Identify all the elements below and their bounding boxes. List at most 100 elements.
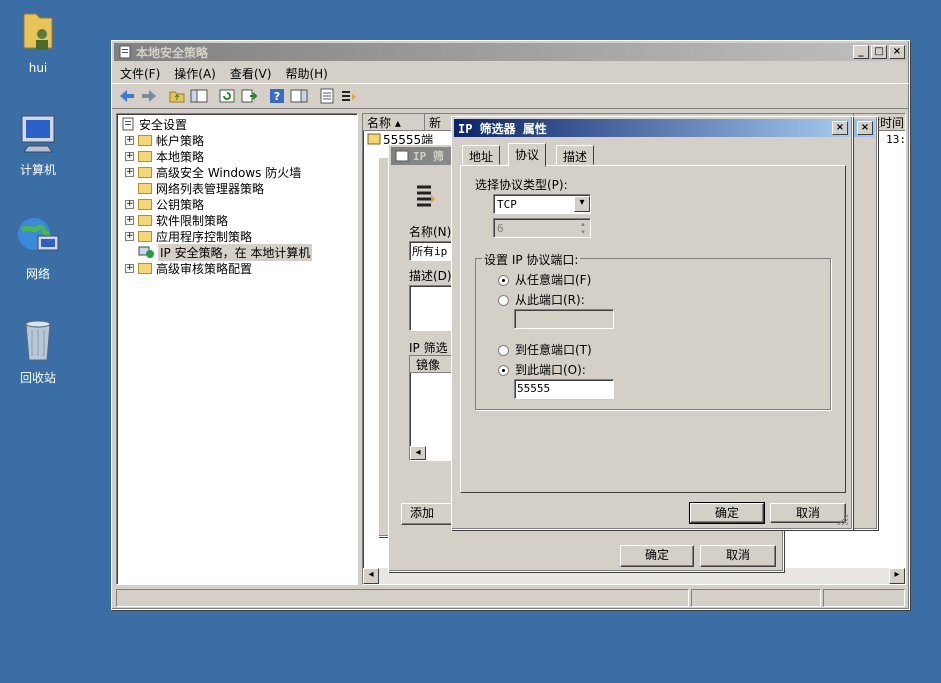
tree-item-local-policies[interactable]: + 本地策略 — [121, 148, 353, 164]
tree-item-software-restriction[interactable]: + 软件限制策略 — [121, 212, 353, 228]
tab-address[interactable]: 地址 — [462, 145, 501, 165]
desktop-icon-network[interactable]: 网络 — [8, 212, 68, 282]
expand-icon[interactable]: + — [125, 135, 134, 145]
close-button[interactable]: × — [889, 45, 905, 59]
menu-file[interactable]: 文件(F) — [120, 65, 160, 82]
scroll-right-button[interactable]: ▸ — [889, 568, 905, 584]
description-label: 描述(D) — [409, 269, 452, 283]
up-folder-icon[interactable] — [168, 88, 186, 104]
protocol-number-stepper[interactable]: 6 ▴ ▾ — [493, 218, 591, 238]
dialog-app-icon — [395, 150, 409, 162]
scroll-left-button[interactable]: ◂ — [410, 446, 426, 460]
tab-strip: 地址 协议 描述 — [460, 143, 846, 167]
menu-help[interactable]: 帮助(H) — [285, 65, 327, 82]
menu-view[interactable]: 查看(V) — [230, 65, 272, 82]
stepper-arrows-icon[interactable]: ▴ ▾ — [576, 220, 590, 236]
chevron-down-icon[interactable]: ▾ — [574, 196, 590, 212]
tree-item-firewall[interactable]: + 高级安全 Windows 防火墙 — [121, 164, 353, 180]
tree-item-account-policies[interactable]: + 帐户策略 — [121, 132, 353, 148]
column-mirror-header[interactable]: 镜像 — [416, 358, 440, 372]
menu-action[interactable]: 操作(A) — [174, 65, 216, 82]
tab-description[interactable]: 描述 — [556, 145, 595, 165]
tab-protocol[interactable]: 协议 — [508, 143, 547, 167]
back-arrow-icon[interactable] — [118, 88, 136, 104]
status-panel-1 — [116, 589, 689, 607]
tree-item-label: IP 安全策略，在 本地计算机 — [158, 243, 313, 261]
to-port-input[interactable]: 55555 — [514, 379, 614, 399]
ok-button[interactable]: 确定 — [689, 502, 765, 524]
dialog-title-bar[interactable]: IP 筛选器 属性 × — [454, 119, 850, 137]
tree-item-security-settings[interactable]: 安全设置 — [121, 116, 353, 132]
expand-icon[interactable]: + — [125, 263, 134, 273]
desktop-icon-computer[interactable]: 计算机 — [8, 112, 68, 178]
properties-pane-icon[interactable] — [290, 88, 308, 104]
tree-item-app-control[interactable]: + 应用程序控制策略 — [121, 228, 353, 244]
close-button[interactable]: × — [857, 121, 873, 135]
manage-filters-icon[interactable] — [318, 88, 336, 104]
tree-item-label: 应用程序控制策略 — [156, 229, 253, 244]
filter-list-icon — [417, 185, 435, 207]
ip-security-icon — [138, 246, 154, 258]
protocol-type-select[interactable]: TCP ▾ — [493, 194, 591, 214]
folder-icon — [138, 230, 152, 242]
tree-item-label: 本地策略 — [156, 149, 205, 164]
desktop-icon-hui[interactable]: hui — [8, 8, 68, 75]
expand-icon[interactable]: + — [125, 231, 134, 241]
from-this-port-radio[interactable]: 从此端口(R): — [498, 291, 585, 308]
status-bar — [116, 589, 905, 607]
radio-empty-icon — [498, 295, 509, 306]
tree-item-ip-security[interactable]: IP 安全策略，在 本地计算机 — [121, 243, 353, 261]
resize-grip-icon[interactable] — [836, 513, 850, 527]
dialog-title: IP 筛 — [413, 150, 444, 163]
expand-icon[interactable]: + — [125, 215, 134, 225]
radio-selected-icon — [498, 365, 509, 376]
cancel-button[interactable]: 取消 — [770, 503, 846, 523]
to-any-port-radio[interactable]: 到任意端口(T) — [498, 341, 592, 358]
export-list-icon[interactable] — [240, 88, 258, 104]
expand-icon[interactable]: + — [125, 199, 134, 209]
from-any-port-radio[interactable]: 从任意端口(F) — [498, 271, 591, 288]
expand-icon[interactable]: + — [125, 167, 134, 177]
security-settings-icon — [122, 117, 134, 131]
minimize-button[interactable]: _ — [853, 45, 869, 59]
tree-item-label: 软件限制策略 — [156, 213, 229, 228]
tree-item-public-key[interactable]: + 公钥策略 — [121, 196, 353, 212]
title-bar[interactable]: 本地安全策略 _ □ × — [114, 43, 907, 61]
name-label: 名称(N) — [409, 225, 452, 239]
forward-arrow-icon[interactable] — [140, 88, 158, 104]
show-hide-tree-icon[interactable] — [190, 88, 208, 104]
desktop-icon-recycle-bin[interactable]: 回收站 — [8, 316, 68, 386]
status-panel-2 — [691, 589, 821, 607]
folder-icon — [138, 214, 152, 226]
to-this-port-radio[interactable]: 到此端口(O): — [498, 361, 586, 378]
tree-pane: 安全设置 + 帐户策略 + 本地策略 + 高级安全 Windows 防火墙 网络… — [116, 113, 358, 585]
expand-icon[interactable]: + — [125, 151, 134, 161]
toolbar: ? — [112, 83, 909, 109]
tree-item-advanced-audit[interactable]: + 高级审核策略配置 — [121, 260, 353, 276]
folder-icon — [138, 262, 152, 274]
tree-item-label: 网络列表管理器策略 — [156, 181, 265, 196]
cancel-button[interactable]: 取消 — [700, 545, 776, 567]
tree-item-network-list[interactable]: 网络列表管理器策略 — [121, 180, 353, 196]
network-icon — [18, 218, 59, 251]
assign-policy-icon[interactable] — [340, 88, 358, 104]
recycle-bin-icon — [25, 320, 51, 361]
maximize-button[interactable]: □ — [871, 45, 887, 59]
folder-icon — [138, 182, 152, 194]
folder-lock-icon — [138, 134, 152, 146]
radio-selected-icon — [498, 275, 509, 286]
scroll-left-button[interactable]: ◂ — [363, 568, 379, 584]
help-icon[interactable]: ? — [268, 88, 286, 104]
refresh-icon[interactable] — [218, 88, 236, 104]
ok-button[interactable]: 确定 — [620, 545, 694, 567]
tree-item-label: 安全设置 — [139, 117, 188, 132]
folder-icon — [138, 166, 152, 178]
dialog-title: IP 筛选器 属性 — [458, 121, 547, 136]
column-new-header[interactable]: 新 — [425, 114, 441, 130]
svg-text:?: ? — [274, 90, 280, 103]
close-button[interactable]: × — [832, 121, 848, 135]
tree-item-label: 帐户策略 — [156, 133, 205, 148]
column-name-header[interactable]: 名称 ▴ — [363, 114, 425, 130]
tree-item-label: 高级审核策略配置 — [156, 261, 253, 276]
radio-empty-icon — [498, 345, 509, 356]
